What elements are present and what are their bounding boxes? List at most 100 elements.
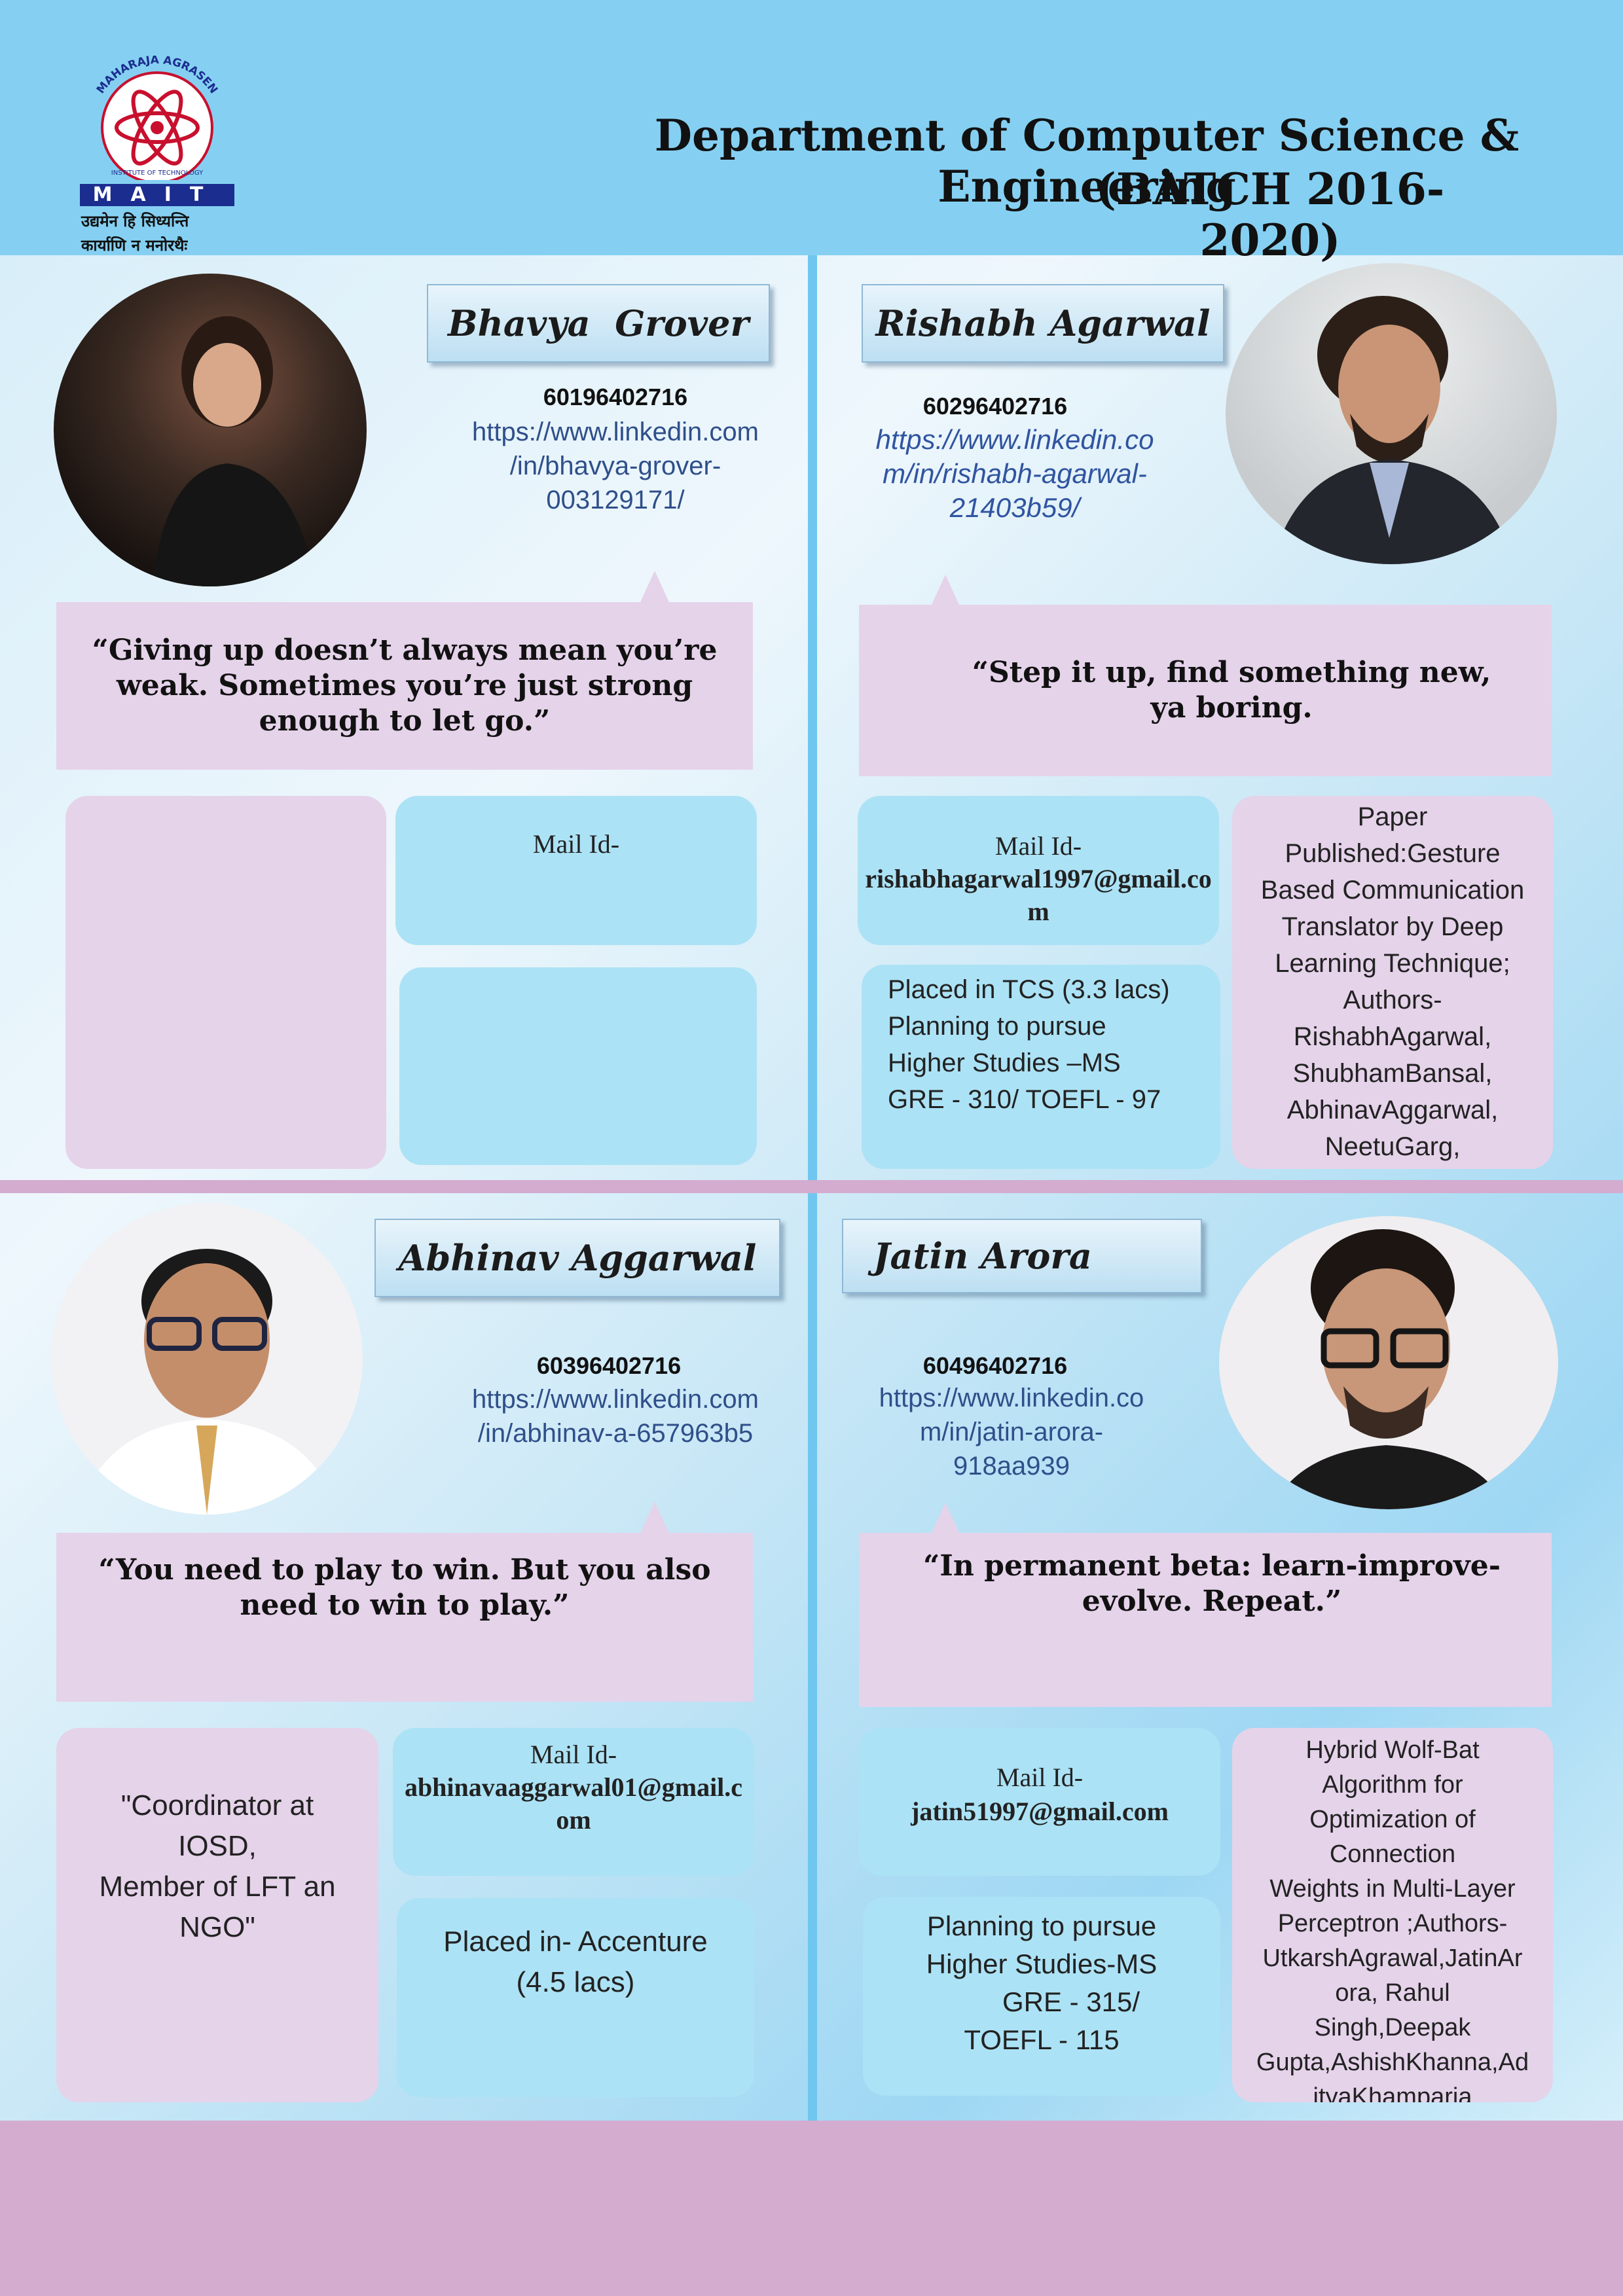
mail-label: Mail Id- [532, 829, 620, 859]
logo-motto-line1: उद्यमेन हि सिध्यन्ति [81, 212, 189, 230]
linkedin-line[interactable]: https://www.linkedin.com [426, 415, 805, 449]
linkedin-line[interactable]: 918aa939 [845, 1449, 1178, 1483]
side-line: Learning Technique; [1275, 949, 1510, 978]
side-line: "Coordinator at [120, 1789, 314, 1821]
side-line: Translator by Deep [1281, 912, 1504, 941]
roll-number: 60296402716 [922, 393, 1068, 420]
info-line: Planning to pursue [888, 1012, 1106, 1041]
avatar-jatin-arora [1219, 1216, 1558, 1509]
side-card [65, 796, 386, 1169]
linkedin-line[interactable]: m/in/jatin-arora- [845, 1415, 1178, 1449]
linkedin-line[interactable]: https://www.linkedin.co [851, 423, 1178, 457]
quote-text: “Giving up doesn’t always mean you’re we… [92, 634, 718, 738]
mail-address[interactable]: jatin51997@gmail.com [859, 1795, 1220, 1829]
side-line: Perceptron ;Authors- [1277, 1910, 1508, 1937]
quote-text: “You need to play to win. But you also n… [98, 1553, 711, 1622]
info-line: Placed in- Accenture [443, 1926, 708, 1958]
side-line: Authors- [1343, 986, 1442, 1014]
avatar-bhavya-grover [54, 274, 367, 586]
info-line: TOEFL - 115 [964, 2024, 1120, 2055]
side-line: RishabhAgarwal, [1293, 1022, 1492, 1051]
side-line: IOSD, [178, 1830, 257, 1862]
name-box-rishabh-agarwal: Rishabh Agarwal [862, 284, 1224, 363]
batch-title: (BATCH 2016-2020) [1095, 164, 1445, 266]
atom-logo-icon: MAHARAJA AGRASEN INSTITUTE OF TECHNOLOGY [94, 54, 220, 184]
mail-label: Mail Id- [994, 831, 1082, 861]
quote-pointer [640, 1501, 669, 1533]
side-line: Singh,Deepak [1314, 2014, 1471, 2041]
roll-number: 60196402716 [543, 384, 688, 410]
person-photo-icon [1271, 1229, 1507, 1509]
info-line: Higher Studies-MS [926, 1948, 1158, 1979]
name-box-abhinav-aggarwal: Abhinav Aggarwal [374, 1219, 780, 1297]
linkedin-line[interactable]: m/in/rishabh-agarwal- [851, 457, 1178, 491]
side-line: Published:Gesture [1285, 839, 1501, 868]
side-line: Connection [1329, 1840, 1456, 1868]
mail-card: Mail Id- [395, 796, 757, 945]
name-box-jatin-arora: Jatin Arora [842, 1219, 1202, 1293]
quote-box: “You need to play to win. But you also n… [56, 1533, 753, 1702]
student-name: Bhavya Grover [447, 302, 749, 344]
mail-address[interactable]: abhinavaaggarwal01@gmail.com [393, 1771, 754, 1837]
side-line: Paper [1357, 802, 1428, 831]
side-line: Hybrid Wolf-Bat [1305, 1736, 1480, 1764]
name-box-bhavya-grover: Bhavya Grover [427, 284, 770, 363]
roll-number: 60396402716 [536, 1352, 682, 1379]
mail-label: Mail Id- [530, 1740, 617, 1769]
info-line: GRE - 315/ [1002, 1986, 1140, 2017]
side-line: Optimization of [1309, 1806, 1476, 1833]
side-line: ora, Rahul [1335, 1979, 1450, 2007]
side-line: UtkarshAgrawal,JatinAr [1262, 1945, 1523, 1972]
student-name: Rishabh Agarwal [875, 302, 1211, 344]
mail-address[interactable]: rishabhagarwal1997@gmail.com [858, 863, 1219, 928]
info-line: (4.5 lacs) [516, 1966, 635, 1998]
person-photo-icon [152, 316, 316, 586]
roll-number: 60496402716 [922, 1352, 1068, 1379]
side-card: Hybrid Wolf-Bat Algorithm for Optimizati… [1232, 1728, 1553, 2102]
quote-pointer [640, 571, 669, 602]
mait-logo: MAHARAJA AGRASEN INSTITUTE OF TECHNOLOGY… [72, 54, 242, 255]
student-name: Jatin Arora [873, 1235, 1092, 1277]
info-line: GRE - 310/ TOEFL - 97 [888, 1085, 1161, 1114]
quote-text: “In permanent beta: learn-improve-evolve… [922, 1549, 1501, 1618]
side-line: AbhinavAggarwal, [1286, 1096, 1499, 1124]
person-photo-icon [1271, 296, 1514, 564]
logo-acronym: MAIT [80, 184, 234, 206]
side-line: Gupta,AshishKhanna,Ad [1256, 2049, 1529, 2076]
logo-motto-line2: कार्याणि न मनोरथैः [81, 236, 188, 255]
quote-box: “Step it up, find something new, ya bori… [859, 605, 1552, 776]
mail-card: Mail Id- jatin51997@gmail.com [859, 1728, 1220, 1876]
quote-box: “Giving up doesn’t always mean you’re we… [56, 602, 753, 770]
student-name: Abhinav Aggarwal [398, 1237, 757, 1279]
linkedin-line[interactable]: https://www.linkedin.co [845, 1381, 1178, 1415]
quote-box: “In permanent beta: learn-improve-evolve… [859, 1533, 1552, 1707]
side-line: NeetuGarg, [1324, 1132, 1461, 1161]
mail-card: Mail Id- rishabhagarwal1997@gmail.com [858, 796, 1219, 945]
info-line: Higher Studies –MS [888, 1049, 1121, 1077]
info-card: Placed in TCS (3.3 lacs) Planning to pur… [862, 965, 1220, 1169]
side-line: Member of LFT an [99, 1871, 336, 1903]
side-card: Paper Published:Gesture Based Communicat… [1232, 796, 1553, 1169]
side-line: NGO" [179, 1911, 255, 1943]
linkedin-line[interactable]: 21403b59/ [851, 491, 1178, 525]
side-line: Weights in Multi-Layer [1269, 1875, 1516, 1903]
side-line: Algorithm for [1322, 1771, 1463, 1799]
info-line: Placed in TCS (3.3 lacs) [888, 975, 1170, 1004]
linkedin-line[interactable]: https://www.linkedin.com [432, 1382, 799, 1416]
person-photo-icon [77, 1249, 339, 1515]
linkedin-line[interactable]: 003129171/ [426, 483, 805, 517]
linkedin-line[interactable]: /in/bhavya-grover- [426, 449, 805, 483]
mail-label: Mail Id- [996, 1763, 1084, 1792]
side-line: Based Communication [1260, 876, 1525, 905]
quote-text: “Step it up, find something new, ya bori… [972, 656, 1491, 725]
quote-pointer [931, 1503, 960, 1534]
logo-institute-text: INSTITUTE OF TECHNOLOGY [111, 170, 204, 177]
avatar-abhinav-aggarwal [51, 1203, 363, 1515]
footer-band [0, 2121, 1623, 2296]
side-card: "Coordinator at IOSD, Member of LFT an N… [56, 1728, 378, 2102]
linkedin-line[interactable]: /in/abhinav-a-657963b5 [432, 1416, 799, 1450]
avatar-rishabh-agarwal [1226, 263, 1557, 564]
horizontal-divider [0, 1180, 1623, 1193]
quote-pointer [931, 575, 960, 606]
info-card: Planning to pursue Higher Studies-MS GRE… [863, 1897, 1220, 2096]
